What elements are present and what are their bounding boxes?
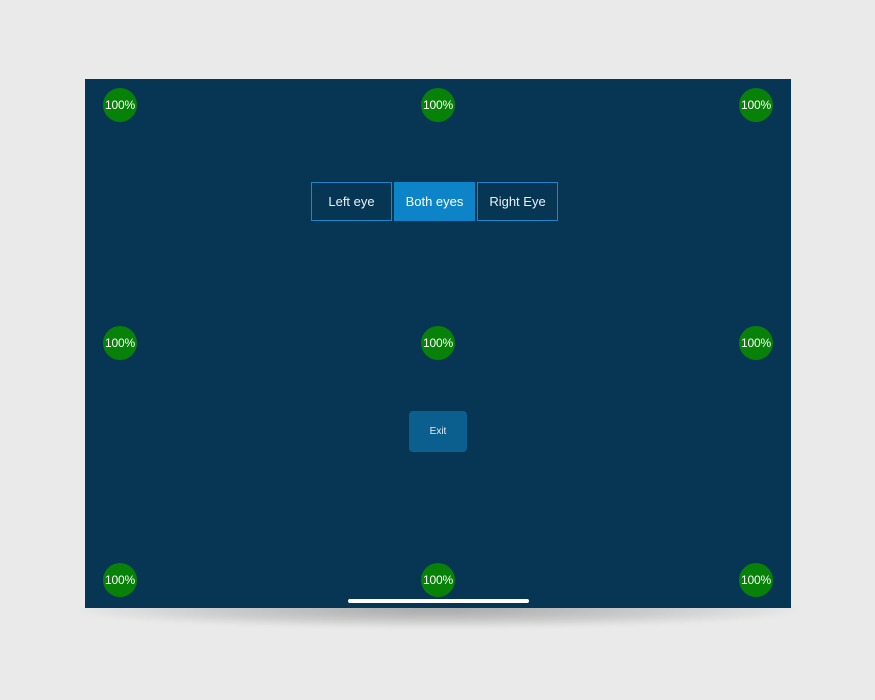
both-eyes-button[interactable]: Both eyes <box>394 182 475 221</box>
calibration-target-bottom-left: 100% <box>103 563 137 597</box>
calibration-target-middle-right: 100% <box>739 326 773 360</box>
calibration-target-bottom-center: 100% <box>421 563 455 597</box>
calibration-target-center: 100% <box>421 326 455 360</box>
calibration-target-top-left: 100% <box>103 88 137 122</box>
left-eye-button[interactable]: Left eye <box>311 182 392 221</box>
calibration-screen: 100% 100% 100% 100% 100% 100% 100% 100% … <box>85 79 791 608</box>
calibration-target-top-right: 100% <box>739 88 773 122</box>
calibration-target-bottom-right: 100% <box>739 563 773 597</box>
right-eye-button[interactable]: Right Eye <box>477 182 558 221</box>
home-indicator[interactable] <box>348 599 529 603</box>
exit-button[interactable]: Exit <box>409 411 467 452</box>
eye-selector: Left eye Both eyes Right Eye <box>311 182 558 221</box>
calibration-target-middle-left: 100% <box>103 326 137 360</box>
calibration-target-top-center: 100% <box>421 88 455 122</box>
